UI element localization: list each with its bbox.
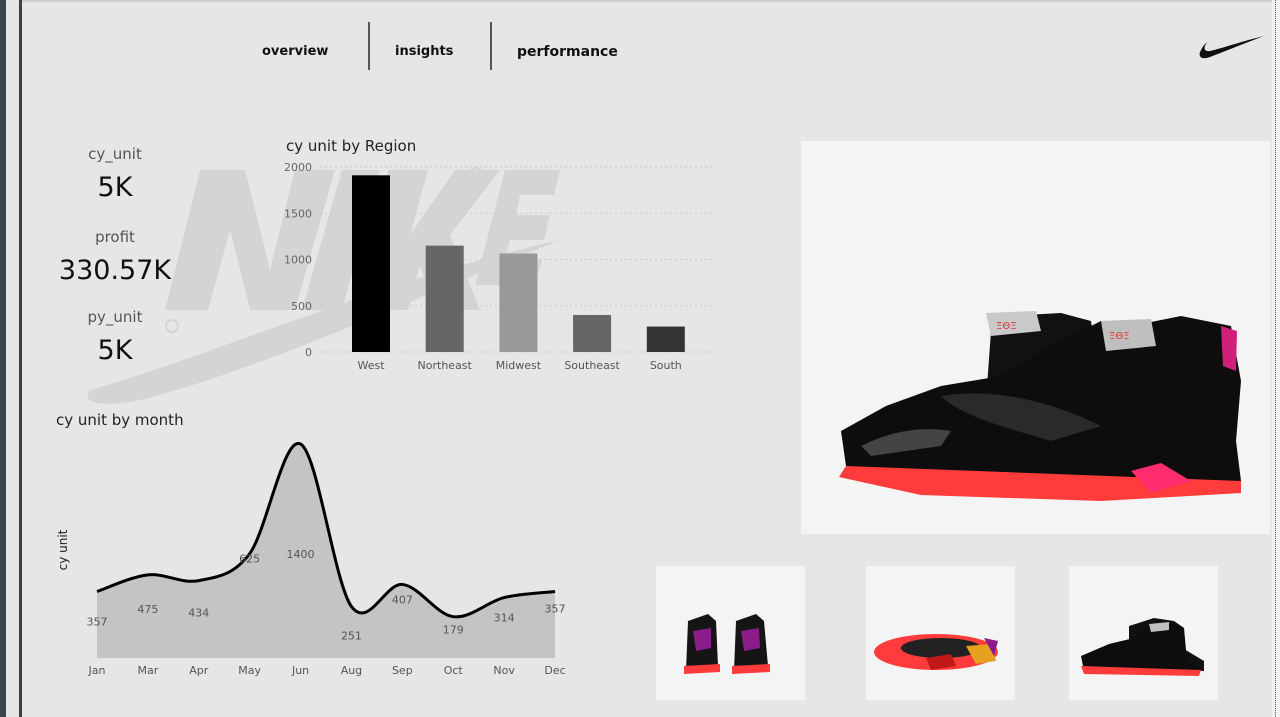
data-label: 625 bbox=[239, 553, 260, 566]
line-chart-title: cy unit by month bbox=[56, 411, 184, 429]
kpi-cy-unit-label: cy_unit bbox=[88, 145, 142, 163]
y-tick-label: 1500 bbox=[284, 207, 312, 220]
nav-separator bbox=[490, 22, 492, 70]
right-scrollbar[interactable] bbox=[1272, 0, 1280, 717]
x-tick-label: West bbox=[357, 359, 385, 372]
kpi-profit-label: profit bbox=[95, 228, 135, 246]
svg-text:ΞΘΞ: ΞΘΞ bbox=[1109, 331, 1130, 342]
shoe-back-view-image[interactable] bbox=[656, 566, 805, 700]
svg-text:ΞΘΞ: ΞΘΞ bbox=[996, 321, 1017, 332]
right-scrollbar-track bbox=[1275, 0, 1276, 717]
data-label: 357 bbox=[545, 603, 566, 616]
data-label: 434 bbox=[188, 607, 209, 620]
cy-unit-by-month-chart[interactable]: 357 Jan 475 Mar 434 Apr 625 May 1400 Jun 251 Aug 407… bbox=[50, 430, 580, 690]
nike-swoosh-icon[interactable] bbox=[1198, 34, 1266, 62]
shoe-side-view-illustration bbox=[1081, 618, 1204, 676]
x-tick-label: Northeast bbox=[418, 359, 473, 372]
y-tick-label: 2000 bbox=[284, 161, 312, 174]
y-tick-label: 1000 bbox=[284, 254, 312, 267]
top-divider bbox=[22, 0, 1272, 2]
left-frame-bar bbox=[0, 0, 6, 717]
x-tick-label: Mar bbox=[138, 664, 159, 677]
area-fill bbox=[97, 443, 555, 658]
x-tick-label: Sep bbox=[392, 664, 413, 677]
kpi-profit-value: 330.57K bbox=[58, 255, 172, 286]
shoe-side-view-image[interactable] bbox=[1069, 566, 1218, 700]
bar-southeast[interactable] bbox=[573, 315, 612, 352]
kpi-cy-unit-value: 5K bbox=[97, 172, 133, 203]
shoe-pair-illustration: ΞΘΞ ΞΘΞ bbox=[839, 311, 1241, 501]
x-tick-label: Southeast bbox=[564, 359, 620, 372]
product-shoe-pair-image: ΞΘΞ ΞΘΞ bbox=[801, 141, 1270, 534]
y-tick-label: 0 bbox=[305, 346, 312, 359]
nav-insights[interactable]: insights bbox=[395, 44, 453, 59]
x-tick-label: Dec bbox=[544, 664, 565, 677]
shoe-sole-view-illustration bbox=[874, 634, 998, 670]
data-label: 314 bbox=[494, 612, 515, 625]
top-navigation: overview insights performance bbox=[22, 22, 1272, 72]
bar-midwest[interactable] bbox=[499, 253, 538, 352]
bar-chart-title: cy unit by Region bbox=[286, 137, 417, 155]
x-tick-label: May bbox=[238, 664, 261, 677]
data-label: 357 bbox=[87, 616, 108, 629]
shoe-back-view-illustration bbox=[684, 614, 770, 674]
bar-south[interactable] bbox=[646, 326, 685, 352]
left-frame bbox=[0, 0, 22, 717]
nav-separator bbox=[368, 22, 370, 70]
nav-performance[interactable]: performance bbox=[517, 44, 618, 60]
data-label: 475 bbox=[137, 603, 158, 616]
kpi-py-unit-label: py_unit bbox=[87, 308, 143, 326]
bar-northeast[interactable] bbox=[425, 245, 464, 352]
x-tick-label: Jan bbox=[88, 664, 106, 677]
left-frame-line bbox=[19, 0, 22, 717]
data-label: 251 bbox=[341, 630, 362, 643]
x-tick-label: Jun bbox=[291, 664, 309, 677]
data-label: 1400 bbox=[287, 548, 315, 561]
y-tick-label: 500 bbox=[291, 300, 312, 313]
cy-unit-by-region-chart[interactable]: 0 500 1000 1500 2000 West Northeast Midwest Sout… bbox=[280, 160, 720, 380]
x-tick-label: Midwest bbox=[496, 359, 542, 372]
x-tick-label: Aug bbox=[341, 664, 362, 677]
data-label: 407 bbox=[392, 593, 413, 606]
data-label: 179 bbox=[443, 624, 464, 637]
shoe-sole-view-image[interactable] bbox=[866, 566, 1015, 700]
x-tick-label: Apr bbox=[189, 664, 209, 677]
x-tick-label: South bbox=[650, 359, 682, 372]
bar-west[interactable] bbox=[352, 175, 390, 352]
x-tick-label: Nov bbox=[493, 664, 515, 677]
kpi-py-unit-value: 5K bbox=[97, 335, 133, 366]
x-tick-label: Oct bbox=[444, 664, 464, 677]
nav-overview[interactable]: overview bbox=[262, 44, 328, 59]
y-axis-label: cy unit bbox=[56, 529, 70, 570]
